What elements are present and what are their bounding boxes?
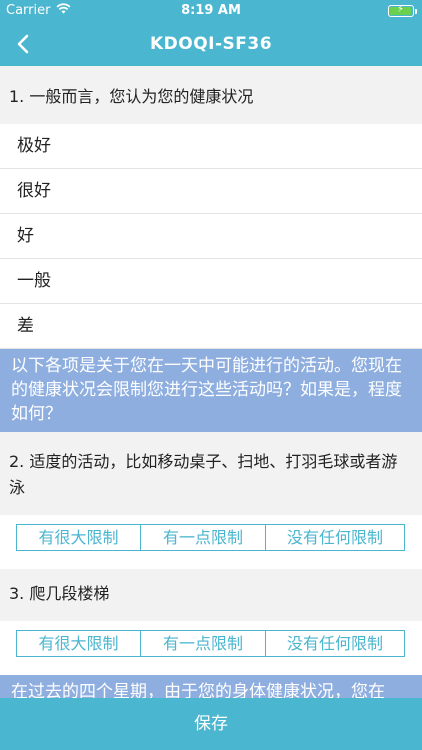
status-time: 8:19 AM (181, 3, 241, 18)
question-3-choices: 有很大限制 有一点限制 没有任何限制 (0, 621, 422, 675)
q2-choice-not-limited[interactable]: 没有任何限制 (266, 525, 404, 550)
q3-choice-not-limited[interactable]: 没有任何限制 (266, 631, 404, 656)
battery-icon: ⚡ (388, 4, 417, 17)
q3-choice-limited-a-little[interactable]: 有一点限制 (141, 631, 266, 656)
question-3-choice-group: 有很大限制 有一点限制 没有任何限制 (16, 630, 405, 657)
q2-choice-limited-a-little[interactable]: 有一点限制 (141, 525, 266, 550)
charging-bolt-icon: ⚡ (397, 4, 405, 15)
option-excellent[interactable]: 极好 (0, 124, 422, 169)
option-good[interactable]: 好 (0, 214, 422, 259)
navigation-bar: KDOQI-SF36 (0, 22, 422, 66)
question-2-choice-group: 有很大限制 有一点限制 没有任何限制 (16, 524, 405, 551)
option-fair[interactable]: 一般 (0, 259, 422, 304)
question-3-text: 3. 爬几段楼梯 (0, 569, 422, 621)
section-intro-activities: 以下各项是关于您在一天中可能进行的活动。您现在的健康状况会限制您进行这些活动吗？… (0, 349, 422, 432)
question-1-text: 1. 一般而言，您认为您的健康状况 (0, 66, 422, 124)
section-intro-past-four-weeks: 在过去的四个星期，由于您的身体健康状况，您在 (0, 675, 422, 698)
status-bar: Carrier 8:19 AM ⚡ (0, 0, 422, 22)
question-1-options: 极好 很好 好 一般 差 (0, 124, 422, 349)
question-2-choices: 有很大限制 有一点限制 没有任何限制 (0, 515, 422, 569)
option-poor[interactable]: 差 (0, 304, 422, 349)
q3-choice-limited-a-lot[interactable]: 有很大限制 (17, 631, 141, 656)
q2-choice-limited-a-lot[interactable]: 有很大限制 (17, 525, 141, 550)
survey-content[interactable]: 1. 一般而言，您认为您的健康状况 极好 很好 好 一般 差 以下各项是关于您在… (0, 66, 422, 698)
option-very-good[interactable]: 很好 (0, 169, 422, 214)
save-button[interactable]: 保存 (0, 698, 422, 750)
page-title: KDOQI-SF36 (149, 34, 273, 54)
question-2-text: 2. 适度的活动，比如移动桌子、扫地、打羽毛球或者游泳 (0, 432, 422, 515)
